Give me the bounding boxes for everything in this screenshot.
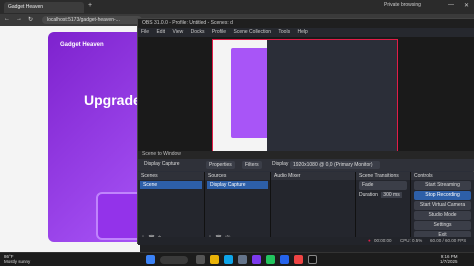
start-streaming-button[interactable]: Start Streaming (414, 181, 471, 190)
task-view-icon[interactable] (196, 255, 205, 264)
reload-icon[interactable]: ↻ (28, 16, 33, 23)
menu-docks[interactable]: Docks (188, 28, 208, 36)
menu-tools[interactable]: Tools (275, 28, 293, 36)
preview-canvas[interactable] (212, 39, 398, 155)
obs-title-bar: OBS 31.0.0 - Profile: Untitled - Scenes:… (138, 19, 474, 28)
properties-button[interactable]: Properties (206, 161, 235, 169)
private-browsing-indicator: Private browsing (384, 2, 421, 8)
record-icon: ● (368, 238, 371, 243)
duration-label: Duration (359, 192, 378, 198)
browser-tab-strip: Gadget Heaven + Private browsing — ✕ (0, 0, 474, 14)
source-toolbar: Display Capture Properties Filters Displ… (138, 159, 474, 171)
weather-desc: Mostly sunny (4, 259, 31, 264)
menu-view[interactable]: View (169, 28, 186, 36)
search-box[interactable] (160, 256, 188, 264)
transition-select[interactable]: Fade (359, 181, 407, 190)
rec-time: 00:00:00 (374, 238, 392, 243)
controls-title: Controls (411, 172, 474, 180)
tab-title: Gadget Heaven (8, 4, 44, 10)
new-tab-icon[interactable]: + (88, 2, 92, 9)
scene-label-bar: Scene to Window (138, 151, 474, 159)
forward-icon[interactable]: → (16, 16, 22, 22)
nested-hero (231, 48, 271, 138)
cpu-usage: CPU: 0.5% (400, 238, 423, 243)
duration-row: Duration 300 ms (359, 192, 407, 198)
transitions-dock: Scene Transitions Fade Duration 300 ms (356, 172, 411, 245)
obs-menu-bar: File Edit View Docks Profile Scene Colle… (138, 28, 474, 37)
menu-file[interactable]: File (138, 28, 152, 36)
address-bar[interactable]: localhost:5173/gadget-heaven-... (42, 16, 142, 24)
duration-input[interactable]: 300 ms (381, 192, 402, 198)
settings-button[interactable]: Settings (414, 221, 471, 230)
menu-profile[interactable]: Profile (209, 28, 229, 36)
vscode-icon[interactable] (280, 255, 289, 264)
back-icon[interactable]: ← (4, 16, 10, 22)
start-virtual-camera-button[interactable]: Start Virtual Camera (414, 201, 471, 210)
source-name: Display Capture (144, 161, 180, 167)
transitions-title: Scene Transitions (356, 172, 410, 180)
weather-widget[interactable]: 86°F Mostly sunny (4, 254, 30, 264)
scene-label: Scene to Window (142, 151, 181, 157)
menu-scene-collection[interactable]: Scene Collection (230, 28, 274, 36)
nested-obs (267, 40, 397, 154)
clock[interactable]: 9:16 PM 1/7/2025 (440, 254, 458, 264)
stop-recording-button[interactable]: Stop Recording (414, 191, 471, 200)
preview-area[interactable] (138, 37, 474, 159)
brand-title: Gadget Heaven (60, 42, 104, 48)
scenes-dock: Scenes Scene ＋ 🗑 ⌃ ⌄ (138, 172, 205, 245)
hero-headline: Upgrade (84, 92, 141, 108)
app-icon[interactable] (238, 255, 247, 264)
obs-taskbar-icon[interactable] (308, 255, 317, 264)
edge-icon[interactable] (224, 255, 233, 264)
studio-mode-button[interactable]: Studio Mode (414, 211, 471, 220)
date: 1/7/2025 (440, 259, 458, 264)
close-icon[interactable]: ✕ (464, 2, 469, 9)
audio-mixer-title: Audio Mixer (271, 172, 355, 180)
display-select[interactable]: 1920x1080 @ 0,0 (Primary Monitor) (290, 161, 380, 169)
menu-help[interactable]: Help (294, 28, 310, 36)
app-icon[interactable] (252, 255, 261, 264)
source-item[interactable]: Display Capture (207, 181, 268, 189)
sources-dock: Sources Display Capture ＋ 🗑 ⚙ (205, 172, 271, 245)
app-icon[interactable] (294, 255, 303, 264)
scene-item[interactable]: Scene (140, 181, 202, 189)
private-label: Private browsing (384, 2, 421, 8)
obs-window: OBS 31.0.0 - Profile: Untitled - Scenes:… (137, 18, 474, 245)
obs-title: OBS 31.0.0 - Profile: Untitled - Scenes:… (142, 20, 233, 26)
fps-readout: 60.00 / 60.00 FPS (430, 238, 467, 243)
controls-dock: Controls Start Streaming Stop Recording … (411, 172, 474, 245)
menu-edit[interactable]: Edit (153, 28, 168, 36)
scenes-title: Scenes (138, 172, 204, 180)
browser-tab[interactable]: Gadget Heaven (4, 2, 84, 13)
address-text: localhost:5173/gadget-heaven-... (47, 17, 120, 23)
status-bar: ● 00:00:00 CPU: 0.5% 60.00 / 60.00 FPS (138, 237, 474, 245)
taskbar: 86°F Mostly sunny 9:16 PM 1/7/2025 (0, 252, 474, 266)
sources-title: Sources (205, 172, 270, 180)
filters-button[interactable]: Filters (242, 161, 262, 169)
start-icon[interactable] (146, 255, 155, 264)
display-label: Display (272, 161, 289, 167)
minimize-icon[interactable]: — (448, 2, 454, 8)
audio-mixer-dock: Audio Mixer (271, 172, 356, 245)
file-explorer-icon[interactable] (210, 255, 219, 264)
app-icon[interactable] (266, 255, 275, 264)
hero-card: Gadget Heaven Upgrade (48, 32, 148, 242)
